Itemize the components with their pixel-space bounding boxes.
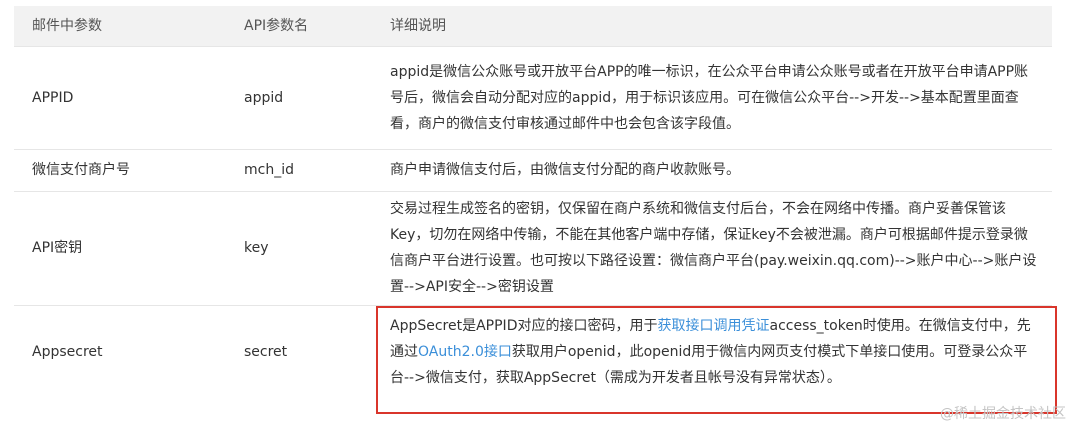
cell-api: key [226,191,380,306]
desc-text-0: AppSecret是APPID对应的接口密码，用于 [390,318,658,335]
cell-description: 商户申请微信支付后，由微信支付分配的商户收款账号。 [380,149,1052,192]
table-row: API密钥 key 交易过程生成签名的密钥，仅保留在商户系统和微信支付后台，不会… [14,191,1052,306]
cell-description: 交易过程生成签名的密钥，仅保留在商户系统和微信支付后台，不会在网络中传播。商户妥… [380,191,1052,306]
cell-description: appid是微信公众账号或开放平台APP的唯一标识，在公众平台申请公众账号或者在… [380,46,1052,150]
cell-api: secret [244,344,288,361]
cell-param: Appsecret [32,344,103,361]
table-row: Appsecret secret AppSecret是APPID对应的接口密码，… [14,305,1052,399]
page: 邮件中参数 API参数名 详细说明 APPID appid appid是微信公众… [0,0,1080,433]
watermark: @稀土掘金技术社区 [940,406,1066,422]
header-mail-param: 邮件中参数 [14,6,226,47]
params-table: 邮件中参数 API参数名 详细说明 APPID appid appid是微信公众… [14,6,1052,399]
cell-description-appsecret: AppSecret是APPID对应的接口密码，用于获取接口调用凭证access_… [380,305,1052,399]
header-description: 详细说明 [380,6,1052,47]
access-token-link[interactable]: 获取接口调用凭证 [657,318,769,334]
cell-api: appid [226,46,380,150]
table-row: APPID appid appid是微信公众账号或开放平台APP的唯一标识，在公… [14,46,1052,150]
cell-param: API密钥 [14,191,226,306]
table-row: 微信支付商户号 mch_id 商户申请微信支付后，由微信支付分配的商户收款账号。 [14,149,1052,192]
header-api-param: API参数名 [226,6,380,47]
cell-param: 微信支付商户号 [14,149,226,192]
table-header-row: 邮件中参数 API参数名 详细说明 [14,6,1052,47]
cell-api: mch_id [226,149,380,192]
oauth-link[interactable]: OAuth2.0接口 [418,344,512,360]
cell-param: APPID [14,46,226,150]
